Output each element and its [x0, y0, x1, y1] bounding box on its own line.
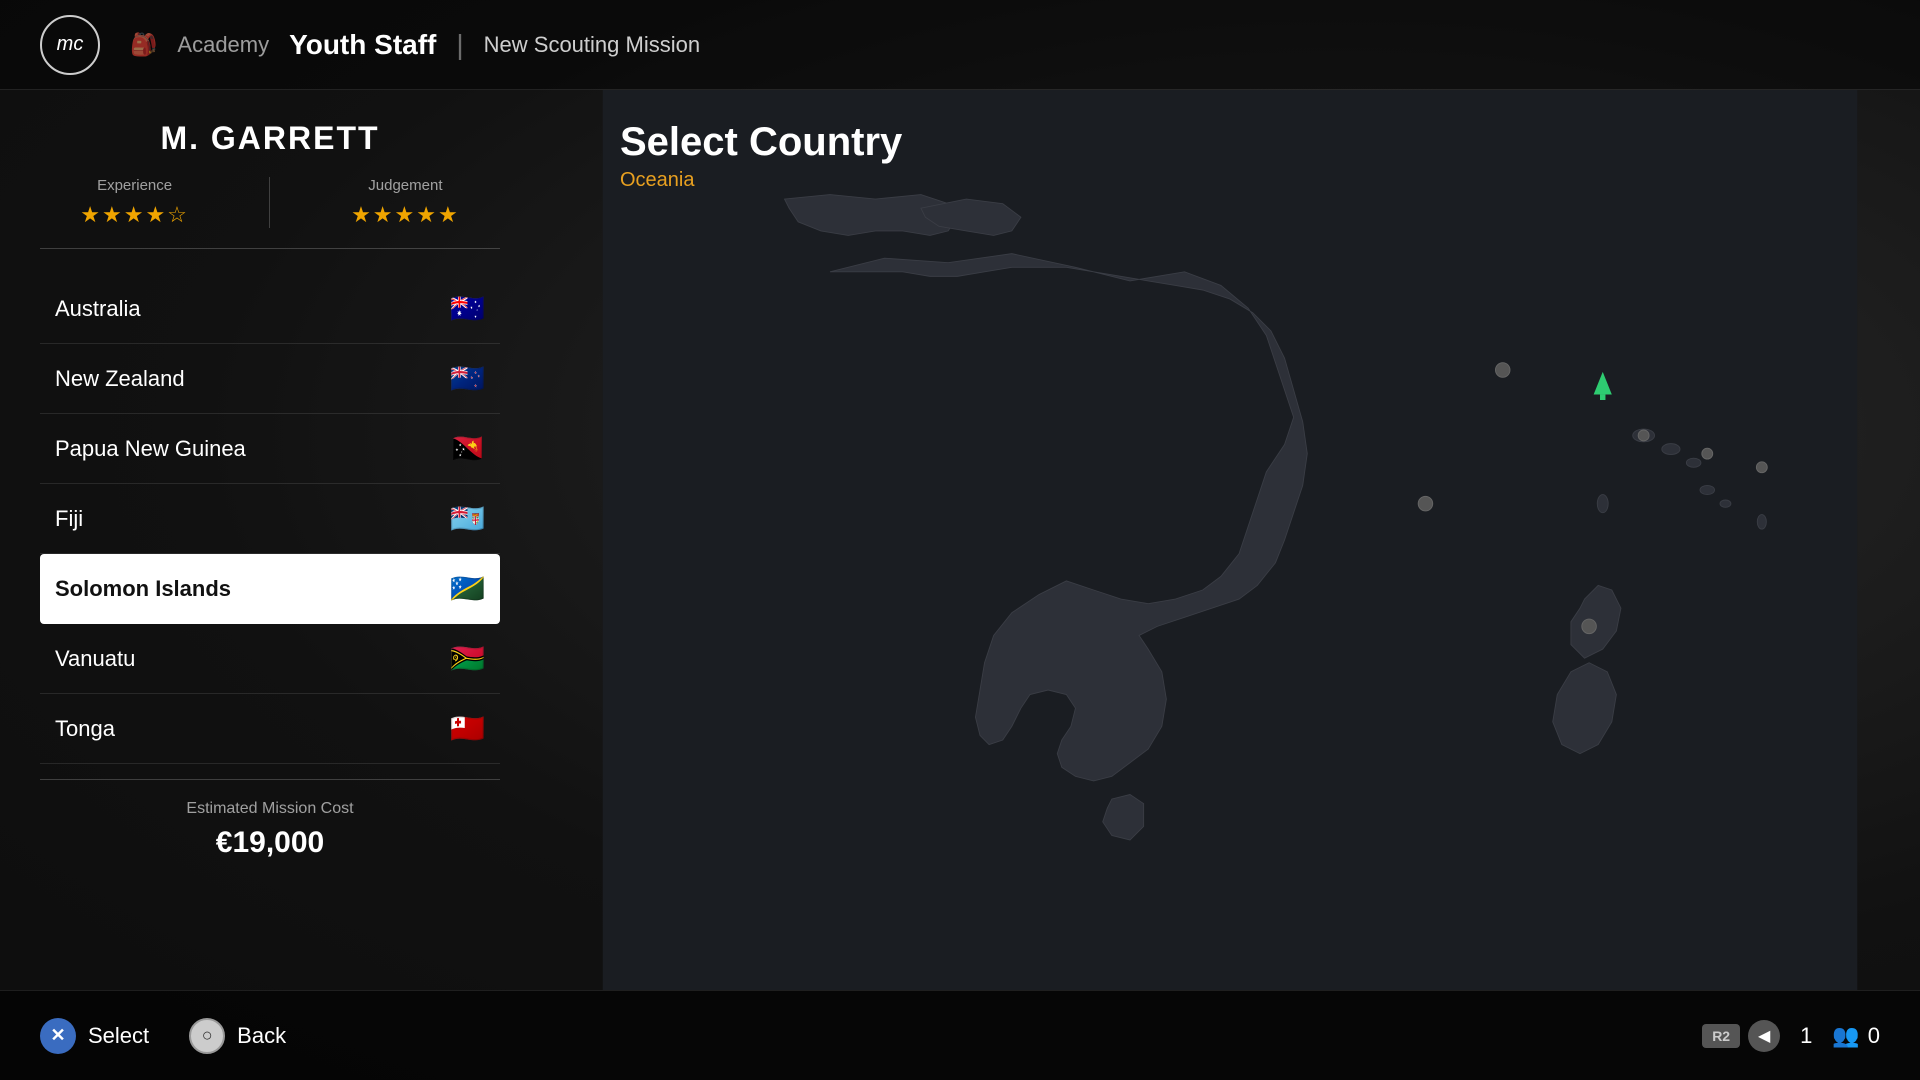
- country-flag: 🇹🇴: [450, 712, 485, 745]
- back-label: Back: [237, 1023, 286, 1049]
- header: mc 🎒 Academy Youth Staff | New Scouting …: [0, 0, 1920, 90]
- back-button[interactable]: ○ Back: [189, 1018, 286, 1054]
- experience-label: Experience: [80, 177, 189, 194]
- nav-academy[interactable]: Academy: [177, 32, 269, 58]
- mission-cost-section: Estimated Mission Cost €19,000: [40, 779, 500, 860]
- judgement-stat: Judgement ★★★★★: [351, 177, 460, 228]
- country-item[interactable]: Papua New Guinea 🇵🇬: [40, 414, 500, 484]
- map-container: [540, 90, 1920, 990]
- cost-value: €19,000: [40, 826, 500, 860]
- footer-left: ✕ Select ○ Back: [40, 1018, 286, 1054]
- nav-scouting-mission[interactable]: New Scouting Mission: [484, 32, 700, 58]
- count1-value: 1: [1800, 1023, 1812, 1049]
- people-icon: 👥: [1832, 1023, 1859, 1049]
- country-name: Papua New Guinea: [55, 436, 246, 462]
- logo-text: mc: [57, 33, 84, 56]
- judgement-label: Judgement: [351, 177, 460, 194]
- logo: mc: [40, 15, 100, 75]
- footer: ✕ Select ○ Back R2 ◀ 1 👥 0: [0, 990, 1920, 1080]
- country-flag: 🇻🇺: [450, 642, 485, 675]
- country-flag: 🇵🇬: [450, 432, 485, 465]
- select-button[interactable]: ✕ Select: [40, 1018, 149, 1054]
- country-name: Solomon Islands: [55, 576, 231, 602]
- select-label: Select: [88, 1023, 149, 1049]
- country-list: Australia 🇦🇺 New Zealand 🇳🇿 Papua New Gu…: [40, 274, 500, 764]
- country-name: Tonga: [55, 716, 115, 742]
- map-area: Select Country Oceania: [540, 90, 1920, 990]
- country-name: Australia: [55, 296, 141, 322]
- scout-name: M. GARRETT: [40, 120, 500, 157]
- country-flag: 🇦🇺: [450, 292, 485, 325]
- r2-indicator: R2 ◀: [1702, 1020, 1780, 1052]
- map-title: Select Country: [620, 120, 902, 165]
- country-item[interactable]: Tonga 🇹🇴: [40, 694, 500, 764]
- stats-divider: [269, 177, 270, 228]
- footer-right: R2 ◀ 1 👥 0: [1702, 1020, 1880, 1052]
- nav-divider: |: [456, 29, 463, 61]
- counter-2: 👥 0: [1832, 1023, 1880, 1049]
- country-item[interactable]: New Zealand 🇳🇿: [40, 344, 500, 414]
- scout-icon: 🎒: [130, 32, 157, 58]
- arrow-left-button[interactable]: ◀: [1748, 1020, 1780, 1052]
- map-subtitle: Oceania: [620, 169, 902, 192]
- counter-1: 1: [1800, 1023, 1812, 1049]
- country-flag: 🇫🇯: [450, 502, 485, 535]
- judgement-stars: ★★★★★: [351, 202, 460, 228]
- country-name: Fiji: [55, 506, 83, 532]
- country-flag: 🇸🇧: [450, 572, 485, 605]
- country-item[interactable]: Vanuatu 🇻🇺: [40, 624, 500, 694]
- country-item[interactable]: Australia 🇦🇺: [40, 274, 500, 344]
- country-name: New Zealand: [55, 366, 185, 392]
- stats-row: Experience ★★★★☆ Judgement ★★★★★: [40, 177, 500, 249]
- count2-value: 0: [1868, 1023, 1880, 1049]
- experience-stat: Experience ★★★★☆: [80, 177, 189, 228]
- country-item[interactable]: Fiji 🇫🇯: [40, 484, 500, 554]
- x-button-icon: ✕: [40, 1018, 76, 1054]
- left-panel: M. GARRETT Experience ★★★★☆ Judgement ★★…: [0, 90, 540, 990]
- nav-youth-staff[interactable]: Youth Staff: [289, 29, 436, 61]
- r2-badge: R2: [1702, 1024, 1740, 1048]
- experience-stars: ★★★★☆: [80, 202, 189, 228]
- country-name: Vanuatu: [55, 646, 135, 672]
- country-item[interactable]: Solomon Islands 🇸🇧: [40, 554, 500, 624]
- cost-label: Estimated Mission Cost: [40, 800, 500, 818]
- o-button-icon: ○: [189, 1018, 225, 1054]
- country-flag: 🇳🇿: [450, 362, 485, 395]
- map-header: Select Country Oceania: [620, 120, 902, 192]
